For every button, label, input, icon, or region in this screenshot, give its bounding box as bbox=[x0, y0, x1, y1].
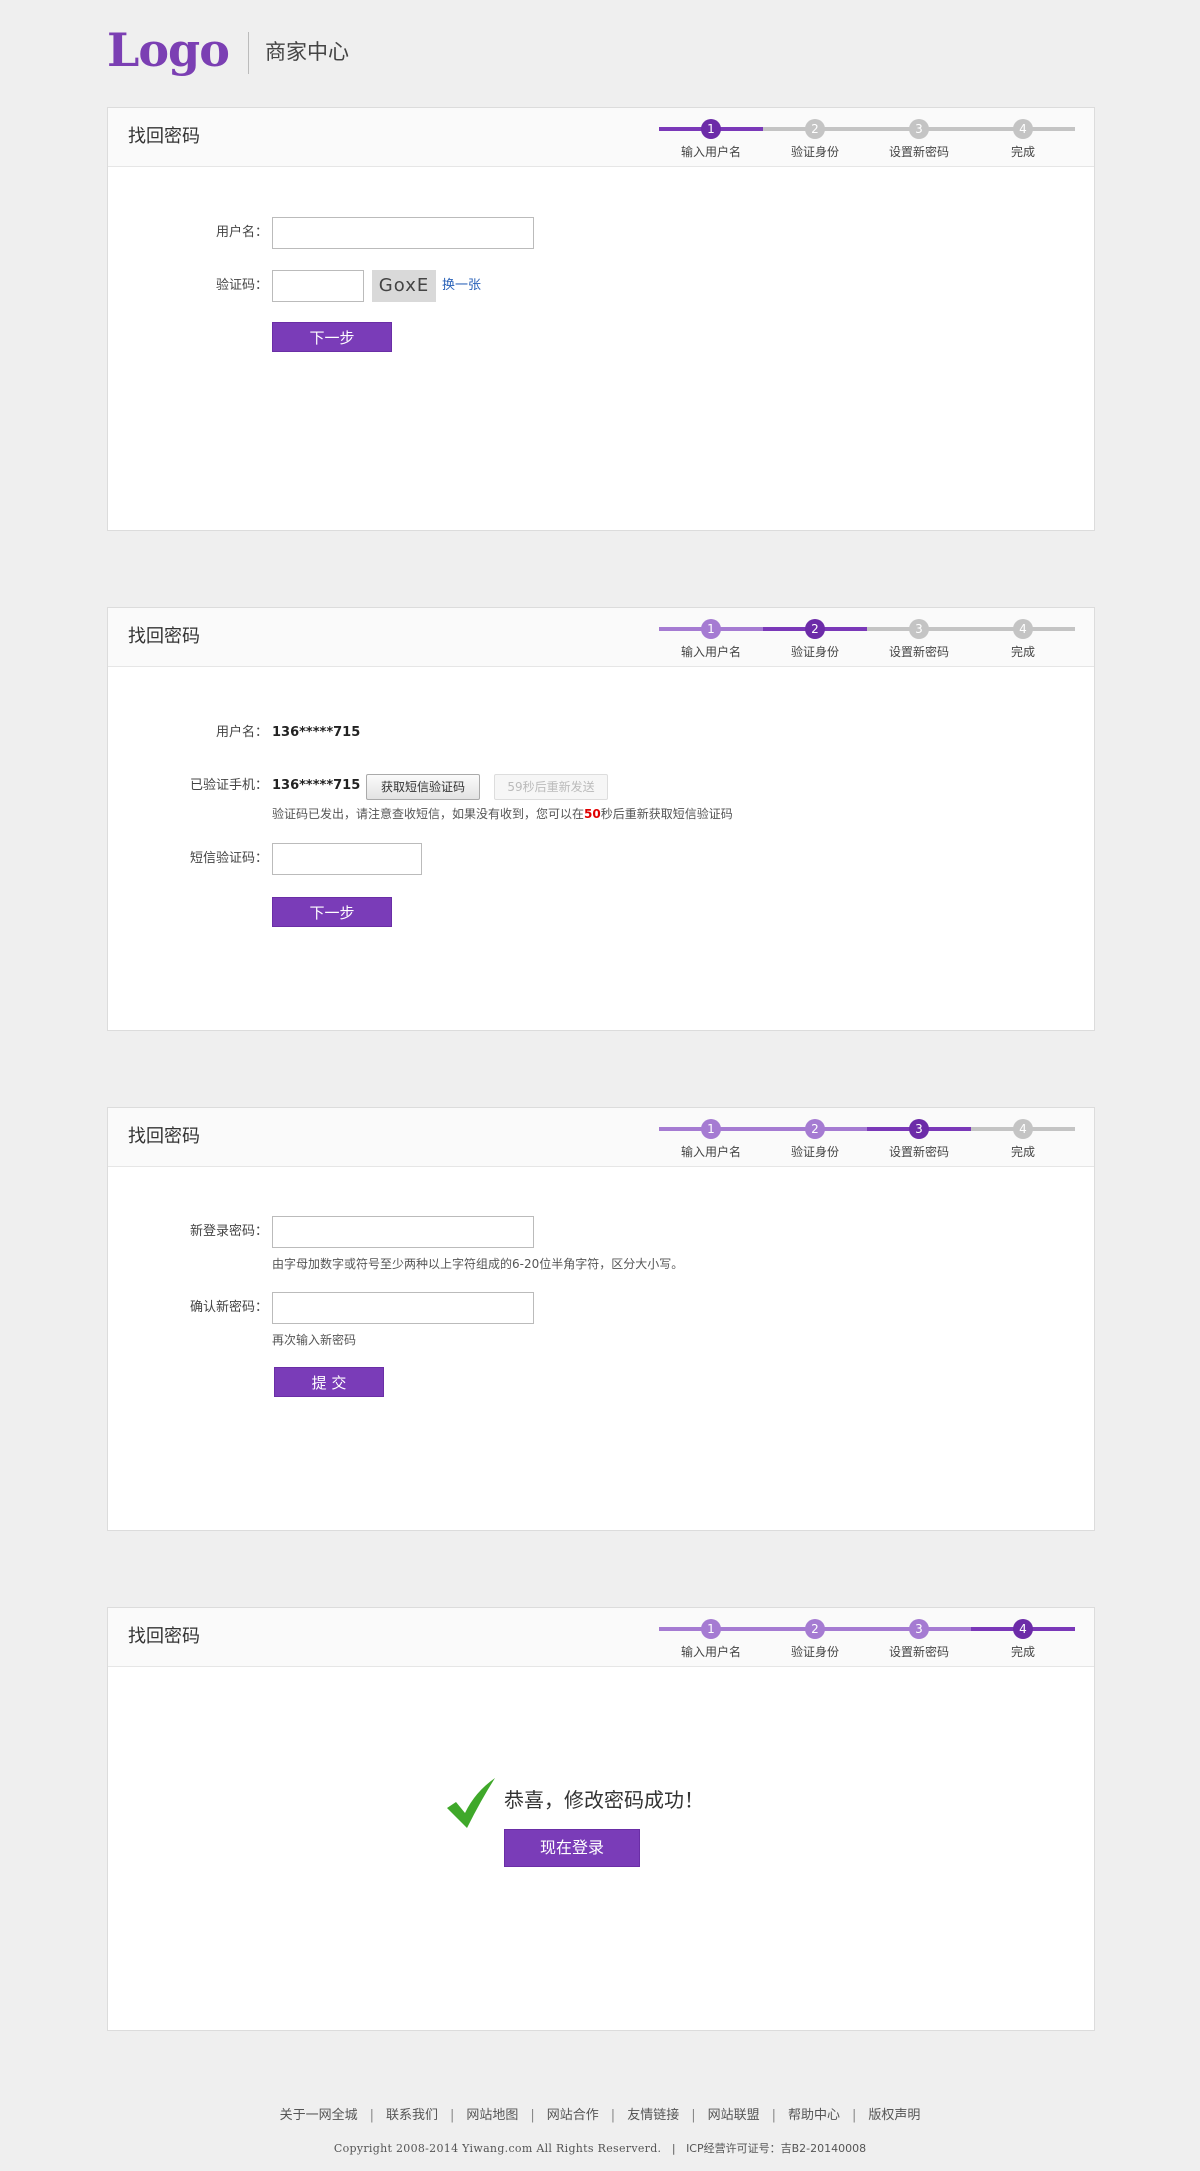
footer-link-contact[interactable]: 联系我们 bbox=[374, 2106, 450, 2126]
step-label-2: 验证身份 bbox=[790, 1645, 839, 1659]
step-number-1: 1 bbox=[701, 1119, 721, 1139]
step-label-1: 输入用户名 bbox=[680, 145, 741, 159]
step-number-4: 4 bbox=[1013, 119, 1033, 139]
resend-countdown-button[interactable]: 59秒后重新发送 bbox=[494, 774, 608, 800]
sms-code-label: 短信验证码： bbox=[189, 851, 268, 866]
step-label-4: 完成 bbox=[1010, 1145, 1035, 1159]
icp-license: ICP经营许可证号：吉B2-20140008 bbox=[686, 2142, 867, 2155]
panel-title: 找回密码 bbox=[128, 1126, 200, 1147]
step-number-2: 2 bbox=[805, 119, 825, 139]
step-progress: 1 2 3 4 输入用户名 验证身份 设置新密码 完成 bbox=[659, 616, 1075, 662]
footer-links: 关于一网全城 | 联系我们 | 网站地图 | 网站合作 | 友情链接 | 网站联盟 | 帮助中心 | 版权声… bbox=[0, 2106, 1200, 2126]
step-number-3: 3 bbox=[909, 1619, 929, 1639]
panel-header: 找回密码 1 2 3 4 输入用户名 验证身份 设置新密码 完成 bbox=[108, 1608, 1094, 1667]
new-password-hint: 由字母加数字或符号至少两种以上字符组成的6-20位半角字符，区分大小写。 bbox=[272, 1257, 684, 1271]
username-label: 用户名： bbox=[215, 225, 268, 240]
next-button[interactable]: 下一步 bbox=[272, 322, 392, 352]
copyright-text: Copyright 2008-2014 Yiwang.com All Right… bbox=[333, 2142, 662, 2155]
step-number-4: 4 bbox=[1013, 1619, 1033, 1639]
step-label-3: 设置新密码 bbox=[888, 145, 949, 159]
next-button[interactable]: 下一步 bbox=[272, 897, 392, 927]
step-number-2: 2 bbox=[805, 619, 825, 639]
step-number-3: 3 bbox=[909, 1119, 929, 1139]
footer-link-cooperation[interactable]: 网站合作 bbox=[535, 2106, 611, 2126]
step-label-1: 输入用户名 bbox=[680, 645, 741, 659]
footer-link-copyright[interactable]: 版权声明 bbox=[856, 2106, 932, 2126]
footer-link-help[interactable]: 帮助中心 bbox=[776, 2106, 852, 2126]
footer-copyright: Copyright 2008-2014 Yiwang.com All Right… bbox=[0, 2140, 1200, 2158]
captcha-image[interactable]: GoxE bbox=[372, 270, 436, 302]
submit-button[interactable]: 提 交 bbox=[274, 1367, 384, 1397]
success-message: 恭喜，修改密码成功！ bbox=[504, 1788, 704, 1812]
step-progress: 1 2 3 4 输入用户名 验证身份 设置新密码 完成 bbox=[659, 1116, 1075, 1162]
sms-sent-hint: 验证码已发出，请注意查收短信，如果没有收到，您可以在50秒后重新获取短信验证码 bbox=[272, 805, 733, 823]
sms-sent-hint-before: 验证码已发出，请注意查收短信，如果没有收到，您可以在 bbox=[272, 807, 585, 821]
step-label-2: 验证身份 bbox=[790, 145, 839, 159]
step-label-2: 验证身份 bbox=[790, 1145, 839, 1159]
new-password-input[interactable] bbox=[272, 1216, 534, 1248]
panel-header: 找回密码 1 2 3 4 输入用户名 验证身份 设置新密码 完成 bbox=[108, 608, 1094, 667]
footer-link-friends[interactable]: 友情链接 bbox=[615, 2106, 691, 2126]
verified-phone-value: 136*****715 bbox=[272, 778, 361, 793]
step-label-3: 设置新密码 bbox=[888, 645, 949, 659]
footer-link-about[interactable]: 关于一网全城 bbox=[268, 2106, 370, 2126]
step-label-3: 设置新密码 bbox=[888, 1145, 949, 1159]
site-header: Logo 商家中心 bbox=[107, 22, 1097, 80]
confirm-password-hint: 再次输入新密码 bbox=[272, 1333, 357, 1347]
username-label: 用户名： bbox=[215, 725, 268, 740]
step-label-1: 输入用户名 bbox=[680, 1645, 741, 1659]
confirm-password-input[interactable] bbox=[272, 1292, 534, 1324]
panel-step-3: 找回密码 1 2 3 4 输入用户名 验证身份 设置新密码 完成 新登录密码： … bbox=[107, 1107, 1095, 1531]
step-number-1: 1 bbox=[701, 1619, 721, 1639]
step-number-3: 3 bbox=[909, 619, 929, 639]
get-sms-code-button[interactable]: 获取短信验证码 bbox=[366, 774, 480, 800]
captcha-input[interactable] bbox=[272, 270, 364, 302]
panel-step-4: 找回密码 1 2 3 4 输入用户名 验证身份 设置新密码 完成 恭喜，修改密码… bbox=[107, 1607, 1095, 2031]
step-label-4: 完成 bbox=[1010, 145, 1035, 159]
header-divider bbox=[248, 32, 249, 74]
step-number-4: 4 bbox=[1013, 1119, 1033, 1139]
panel-header: 找回密码 1 2 3 4 输入用户名 验证身份 设置新密码 完成 bbox=[108, 1108, 1094, 1167]
login-now-button[interactable]: 现在登录 bbox=[504, 1829, 640, 1867]
logo[interactable]: Logo bbox=[107, 22, 230, 78]
step-number-1: 1 bbox=[701, 119, 721, 139]
refresh-captcha-link[interactable]: 换一张 bbox=[442, 276, 481, 296]
step-progress: 1 2 3 4 输入用户名 验证身份 设置新密码 完成 bbox=[659, 1616, 1075, 1662]
step-label-4: 完成 bbox=[1010, 1645, 1035, 1659]
confirm-password-label: 确认新密码： bbox=[189, 1300, 268, 1315]
step-label-4: 完成 bbox=[1010, 645, 1035, 659]
panel-title: 找回密码 bbox=[128, 626, 200, 647]
footer-separator: | bbox=[664, 2142, 683, 2155]
footer-link-alliance[interactable]: 网站联盟 bbox=[696, 2106, 772, 2126]
username-value: 136*****715 bbox=[272, 725, 361, 740]
countdown-seconds: 50 bbox=[584, 807, 601, 821]
panel-title: 找回密码 bbox=[128, 1626, 200, 1647]
footer-link-sitemap[interactable]: 网站地图 bbox=[454, 2106, 530, 2126]
panel-title: 找回密码 bbox=[128, 126, 200, 147]
username-input[interactable] bbox=[272, 217, 534, 249]
captcha-label: 验证码： bbox=[215, 278, 268, 293]
panel-step-2: 找回密码 1 2 3 4 输入用户名 验证身份 设置新密码 完成 用户名： 13… bbox=[107, 607, 1095, 1031]
verified-phone-label: 已验证手机： bbox=[189, 778, 268, 793]
step-label-3: 设置新密码 bbox=[888, 1645, 949, 1659]
panel-header: 找回密码 1 2 3 4 输入用户名 验证身份 设置新密码 完成 bbox=[108, 108, 1094, 167]
step-label-1: 输入用户名 bbox=[680, 1145, 741, 1159]
step-number-2: 2 bbox=[805, 1619, 825, 1639]
panel-step-1: 找回密码 1 2 3 4 输入用户名 验证身份 设置新密码 完成 用户名： 验证… bbox=[107, 107, 1095, 531]
sms-code-input[interactable] bbox=[272, 843, 422, 875]
header-subtitle: 商家中心 bbox=[265, 40, 349, 64]
step-label-2: 验证身份 bbox=[790, 645, 839, 659]
step-progress: 1 2 3 4 输入用户名 验证身份 设置新密码 完成 bbox=[659, 116, 1075, 162]
step-number-1: 1 bbox=[701, 619, 721, 639]
check-icon bbox=[447, 1778, 495, 1828]
step-number-2: 2 bbox=[805, 1119, 825, 1139]
new-password-label: 新登录密码： bbox=[189, 1224, 268, 1239]
step-number-3: 3 bbox=[909, 119, 929, 139]
step-number-4: 4 bbox=[1013, 619, 1033, 639]
sms-sent-hint-after: 秒后重新获取短信验证码 bbox=[600, 807, 733, 821]
